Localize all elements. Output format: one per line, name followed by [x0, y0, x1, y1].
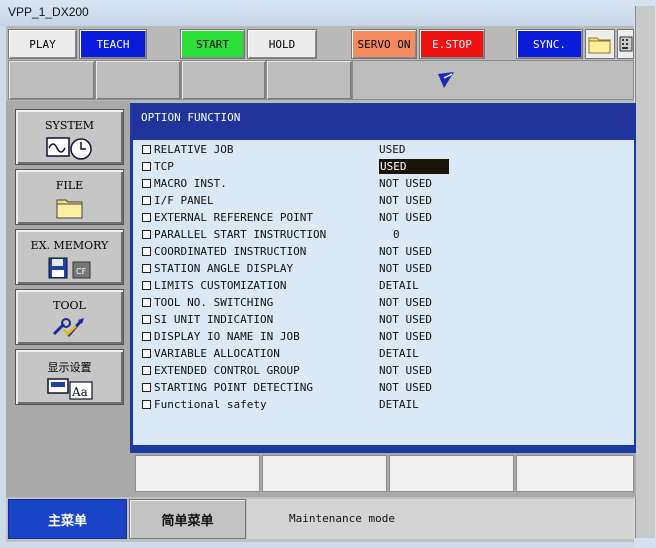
checkbox-icon: [142, 298, 151, 307]
option-item[interactable]: RELATIVE JOB: [142, 142, 233, 157]
simple-menu-button[interactable]: 简单菜单: [129, 499, 246, 539]
tool-icon: [52, 318, 84, 337]
checkbox-icon: [142, 400, 151, 409]
option-value[interactable]: DETAIL: [379, 278, 419, 293]
option-value[interactable]: NOT USED: [379, 244, 432, 259]
option-item[interactable]: COORDINATED INSTRUCTION: [142, 244, 306, 259]
option-item[interactable]: LIMITS CUSTOMIZATION: [142, 278, 286, 293]
option-value[interactable]: DETAIL: [379, 397, 419, 412]
folder-button[interactable]: [585, 29, 615, 59]
option-item[interactable]: EXTERNAL REFERENCE POINT: [142, 210, 313, 225]
soft-key-1[interactable]: [135, 455, 260, 492]
waveform-clock-icon: [45, 137, 92, 160]
option-item[interactable]: Functional safety: [142, 397, 267, 412]
menu-system-button[interactable]: SYSTEM: [15, 109, 124, 165]
keyboard-button[interactable]: [617, 29, 634, 59]
menu-tool-label: TOOL: [53, 299, 86, 312]
option-item[interactable]: DISPLAY IO NAME IN JOB: [142, 329, 300, 344]
option-value[interactable]: DETAIL: [379, 346, 419, 361]
folder-icon: [588, 37, 611, 54]
option-value[interactable]: NOT USED: [379, 210, 432, 225]
option-item[interactable]: TOOL NO. SWITCHING: [142, 295, 273, 310]
option-item[interactable]: SI UNIT INDICATION: [142, 312, 273, 327]
menu-file-button[interactable]: FILE: [15, 169, 124, 225]
panel-title: OPTION FUNCTION: [133, 104, 636, 140]
option-item[interactable]: PARALLEL START INSTRUCTION: [142, 227, 326, 242]
option-value[interactable]: NOT USED: [379, 312, 432, 327]
option-value-selected[interactable]: USED: [379, 159, 449, 174]
checkbox-icon: [142, 366, 151, 375]
option-item[interactable]: MACRO INST.: [142, 176, 227, 191]
window-edge: [634, 0, 656, 548]
option-value[interactable]: NOT USED: [379, 363, 432, 378]
teach-mode-icon: [438, 72, 454, 88]
checkbox-icon: [142, 332, 151, 341]
option-item[interactable]: I/F PANEL: [142, 193, 214, 208]
option-item[interactable]: VARIABLE ALLOCATION: [142, 346, 280, 361]
floppy-icon: [48, 257, 67, 279]
menu-tool-button[interactable]: TOOL: [15, 289, 124, 345]
menu-system-label: SYSTEM: [45, 119, 94, 132]
checkbox-icon: [142, 383, 151, 392]
checkbox-icon: [142, 264, 151, 273]
function-slot-2[interactable]: [95, 60, 181, 100]
window-title: VPP_1_DX200: [8, 5, 89, 19]
option-value[interactable]: NOT USED: [379, 329, 432, 344]
checkbox-icon: [142, 196, 151, 205]
keyboard-icon: [619, 36, 633, 52]
option-item[interactable]: TCP: [142, 159, 174, 174]
option-value[interactable]: USED: [379, 142, 406, 157]
checkbox-icon: [142, 315, 151, 324]
hold-button[interactable]: HOLD: [247, 29, 317, 59]
checkbox-icon: [142, 145, 151, 154]
menu-ex-memory-button[interactable]: EX. MEMORY CF: [15, 229, 124, 285]
option-value[interactable]: NOT USED: [379, 380, 432, 395]
title-bar: VPP_1_DX200: [0, 0, 656, 26]
start-button[interactable]: START: [180, 29, 245, 59]
option-item[interactable]: STATION ANGLE DISPLAY: [142, 261, 293, 276]
option-item[interactable]: STARTING POINT DETECTING: [142, 380, 313, 395]
checkbox-icon: [142, 162, 151, 171]
checkbox-icon: [142, 179, 151, 188]
teach-button[interactable]: TEACH: [79, 29, 147, 59]
menu-file-label: FILE: [55, 179, 84, 192]
checkbox-icon: [142, 281, 151, 290]
file-folder-icon: [56, 199, 82, 219]
option-item[interactable]: EXTENDED CONTROL GROUP: [142, 363, 300, 378]
menu-display-setup-label: 显示设置: [47, 361, 92, 374]
function-slot-4[interactable]: [266, 60, 352, 100]
display-aa-icon: Aa: [46, 378, 93, 400]
option-value[interactable]: NOT USED: [379, 295, 432, 310]
option-value[interactable]: 0: [393, 227, 400, 242]
soft-key-4[interactable]: [516, 455, 634, 492]
sync-button[interactable]: SYNC.: [516, 29, 583, 59]
option-value[interactable]: NOT USED: [379, 261, 432, 276]
servo-on-button[interactable]: SERVO ON: [351, 29, 417, 59]
svg-text:Aa: Aa: [71, 385, 88, 399]
option-value[interactable]: NOT USED: [379, 176, 432, 191]
checkbox-icon: [142, 247, 151, 256]
function-slot-3[interactable]: [181, 60, 266, 100]
checkbox-icon: [142, 349, 151, 358]
soft-key-3[interactable]: [389, 455, 514, 492]
checkbox-icon: [142, 230, 151, 239]
main-menu-button[interactable]: 主菜单: [8, 499, 127, 539]
svg-text:CF: CF: [76, 267, 87, 276]
function-slot-1[interactable]: [8, 60, 95, 100]
menu-ex-memory-label: EX. MEMORY: [30, 239, 109, 252]
play-button[interactable]: PLAY: [8, 29, 77, 59]
menu-display-setup-button[interactable]: 显示设置 Aa: [15, 349, 124, 405]
status-message: Maintenance mode: [247, 499, 634, 539]
checkbox-icon: [142, 213, 151, 222]
e-stop-button[interactable]: E.STOP: [419, 29, 485, 59]
mode-indicator: [352, 60, 634, 100]
cf-card-icon: CF: [72, 261, 90, 279]
option-value[interactable]: NOT USED: [379, 193, 432, 208]
soft-key-2[interactable]: [262, 455, 387, 492]
